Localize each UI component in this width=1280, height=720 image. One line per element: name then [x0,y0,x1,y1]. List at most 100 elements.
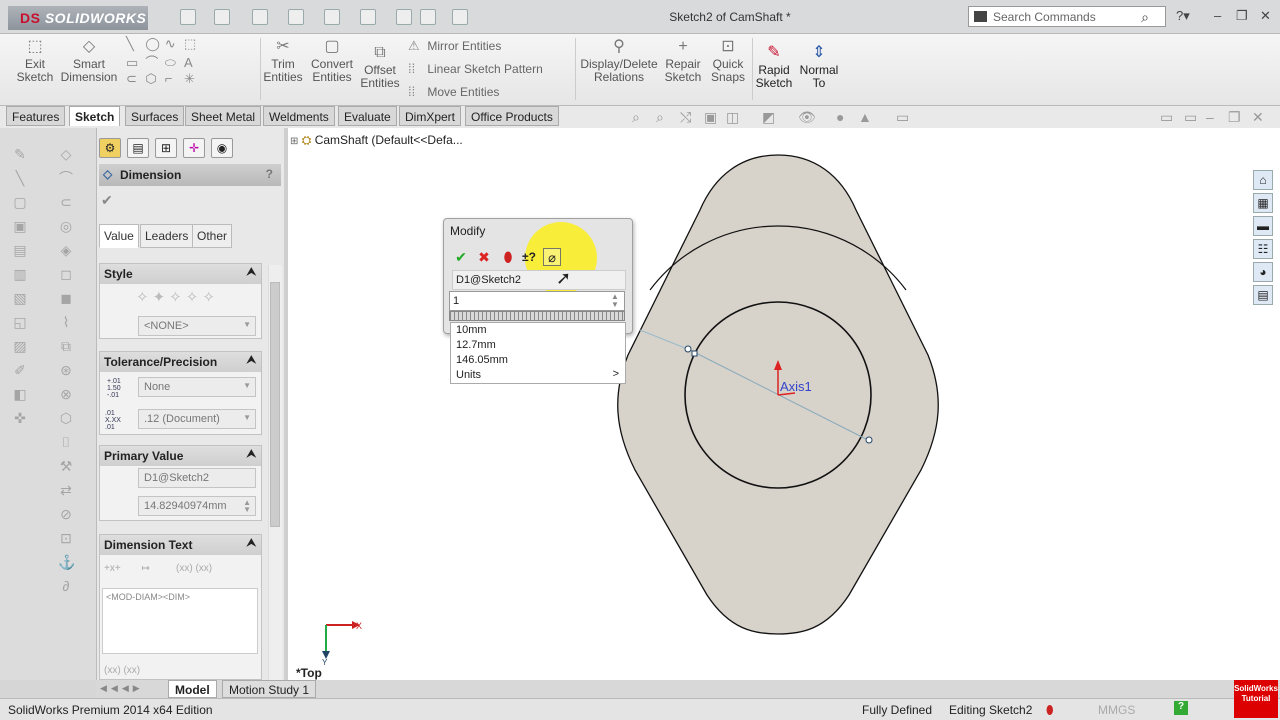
restore-doc-button[interactable]: ❐ [1228,109,1241,126]
restore-button[interactable]: ❐ [1236,8,1248,24]
view-palette-icon[interactable]: ☷ [1253,239,1273,259]
precision-select[interactable]: .12 (Document) ▼ [138,409,256,429]
sketch-geometry[interactable]: Axis1 [600,150,960,640]
minimize-doc-button[interactable]: – [1206,109,1214,125]
help-icon[interactable]: ? [266,167,273,181]
polygon-icon[interactable]: ▣ [12,218,28,234]
trim-icon[interactable]: ⧉ [58,338,74,354]
tab-features[interactable]: Features [6,106,66,126]
move-entities-button[interactable]: ⁞⁞ Move Entities [408,84,499,99]
custom-properties-icon[interactable]: ▤ [1253,285,1273,305]
tolerance-type-select[interactable]: None ▼ [138,377,256,397]
offset-icon[interactable]: ▨ [12,338,28,354]
inspection-button[interactable]: (xx) [195,563,212,574]
select-icon[interactable] [360,9,376,25]
edit-appearance-icon[interactable]: ● [836,109,844,125]
primary-dimension-name[interactable]: D1@Sketch2 [138,468,256,488]
offset-entities-button[interactable]: ⧉ Offset Entities [358,44,402,90]
primary-value-header[interactable]: Primary Value ⮝ [100,446,261,466]
view-orientation-icon[interactable]: ◫ [726,109,739,126]
style-select[interactable]: <NONE> ▼ [138,316,256,336]
circle-icon[interactable]: ◎ [58,218,74,234]
undo-icon[interactable] [324,9,340,25]
justify-icon[interactable]: +x+ [104,563,121,574]
file-explorer-icon[interactable]: ▬ [1253,216,1273,236]
sketch-picture-icon[interactable]: ⚒ [58,458,74,474]
save-icon[interactable] [252,9,268,25]
add-parentheses-button[interactable]: (xx) [176,563,193,574]
leader-icon[interactable]: ↦ [141,563,149,574]
rectangle-icon[interactable]: ▢ [12,194,28,210]
tab-evaluate[interactable]: Evaluate [338,106,397,126]
save-style-icon[interactable]: ✧ [202,289,219,306]
normal-to-button[interactable]: ⇕ Normal To [798,44,840,90]
tolerance-header[interactable]: Tolerance/Precision ⮝ [100,352,261,372]
slot-icon[interactable]: ⊂ [126,71,142,87]
search-icon[interactable]: ⌕ [1141,9,1149,26]
tile-icon[interactable]: ▭ [1160,109,1173,126]
tab-value[interactable]: Value [99,224,139,248]
tolerance-parentheses-button[interactable]: (xx) [123,665,140,676]
dropdown-option[interactable]: 12.7mm [451,338,625,353]
quick-snaps-button[interactable]: ⊡ Quick Snaps [708,38,748,84]
spline-icon[interactable]: ▥ [12,266,28,282]
pm-scroll-thumb[interactable] [270,282,280,527]
construction-icon[interactable]: ⬚ [184,36,200,52]
help-icon[interactable]: ?▾ [1176,8,1190,24]
rectangle-icon[interactable]: ▭ [126,55,142,71]
tab-model[interactable]: Model [168,680,217,698]
property-manager-icon[interactable]: ▤ [127,138,149,158]
previous-view-icon[interactable]: ⤭ [680,109,691,126]
dimxpert-icon[interactable]: ✛ [183,138,205,158]
tab-sheet-metal[interactable]: Sheet Metal [185,106,262,126]
apply-scene-icon[interactable]: ▲ [858,109,872,125]
repair-sketch-button[interactable]: + Repair Sketch [662,38,704,84]
display-manager-icon[interactable]: ◉ [211,138,233,158]
spline-icon[interactable]: ∿ [165,36,181,52]
thumbwheel[interactable] [449,311,625,321]
rebuild-status-icon[interactable]: ⬮ [1046,703,1054,718]
zoom-to-fit-icon[interactable]: ⌕ [632,109,640,126]
reverse-sense-icon[interactable]: ±? [520,248,538,266]
mirror-entities-button[interactable]: ⚠ Mirror Entities [408,38,501,54]
ellipse-icon[interactable]: ◈ [58,242,74,258]
collapse-icon[interactable]: ⮝ [247,537,256,550]
view-settings-icon[interactable]: ▭ [896,109,909,126]
file-properties-icon[interactable] [420,9,436,25]
rebuild-icon[interactable] [396,9,412,25]
centerline-icon[interactable]: ⌒ [58,170,74,186]
design-library-icon[interactable]: ▦ [1253,193,1273,213]
tile-icon[interactable]: ▭ [1184,109,1197,126]
3d-sketch-icon[interactable]: ⊡ [58,530,74,546]
tab-weldments[interactable]: Weldments [263,106,335,126]
close-button[interactable]: ✕ [1260,8,1271,24]
collapse-icon[interactable]: ⮝ [247,354,256,367]
value-spinner-icon[interactable]: ▲ ▼ [611,293,619,309]
slot-icon[interactable]: ⊂ [58,194,74,210]
style-header[interactable]: Style ⮝ [100,264,261,284]
dimension-text-box[interactable]: <MOD-DIAM><DIM> [102,588,258,654]
tab-sketch[interactable]: Sketch [69,106,121,126]
primary-value-field[interactable]: 14.82940974mm ▲ ▼ [138,496,256,516]
new-file-icon[interactable] [180,9,196,25]
trim-entities-button[interactable]: ✂ Trim Entities [262,38,304,84]
mark-for-drawing-icon[interactable]: ⌀ [543,248,561,266]
curve-icon[interactable]: ⊘ [58,506,74,522]
line-icon[interactable]: ╲ [12,170,28,186]
units-option[interactable]: Units > [451,368,625,383]
update-style-icon[interactable]: ✧ [169,289,186,306]
repair-icon[interactable]: ✜ [12,410,28,426]
point-icon[interactable]: ◱ [12,314,28,330]
tab-other[interactable]: Other [192,224,233,248]
convert-entities-button[interactable]: ▢ Convert Entities [308,38,356,84]
tab-leaders[interactable]: Leaders [140,224,194,248]
tab-scroll-arrows[interactable]: ◀◀◀▶ [100,683,144,694]
zoom-to-area-icon[interactable]: ⌕ [656,109,664,126]
grid-icon[interactable]: ⌷ [58,434,74,450]
mirror-icon[interactable]: ⌇ [58,314,74,330]
tab-office-products[interactable]: Office Products [465,106,559,126]
feature-tree-root[interactable]: ⊞ ⛭ CamShaft (Default<<Defa... [290,133,463,148]
tab-dimxpert[interactable]: DimXpert [399,106,462,126]
text-icon[interactable]: ◼ [58,290,74,306]
section-view-icon[interactable]: ▣ [704,109,717,126]
